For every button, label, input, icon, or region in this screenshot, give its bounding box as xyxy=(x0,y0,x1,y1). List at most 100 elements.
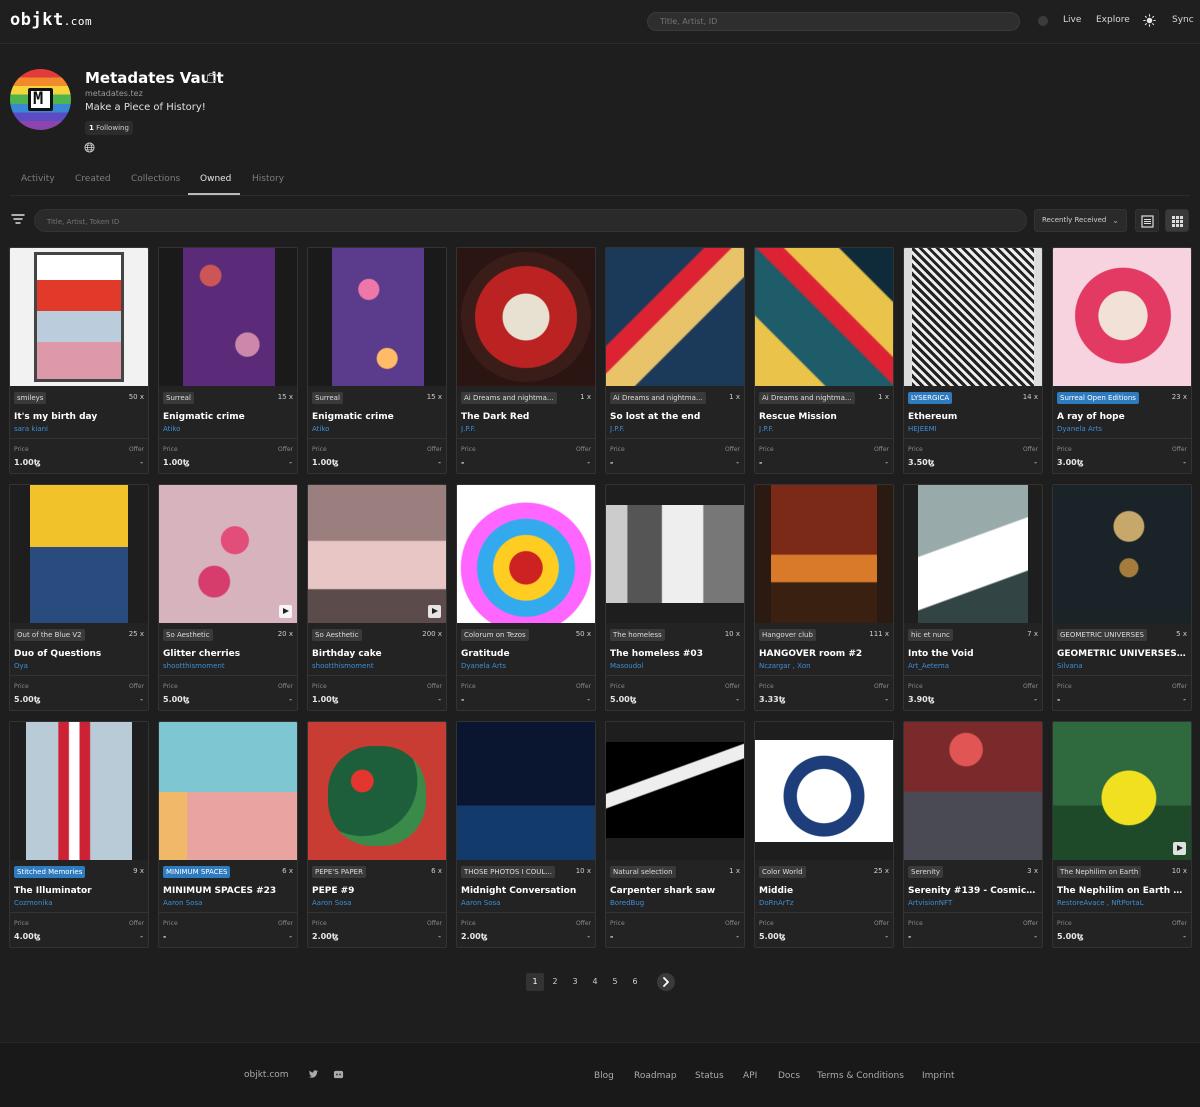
collection-badge[interactable]: Natural selection xyxy=(610,866,676,878)
token-offer[interactable]: - xyxy=(587,695,590,704)
token-title[interactable]: Serenity #139 - Cosmic mid... xyxy=(908,886,1038,896)
token-price[interactable]: - xyxy=(610,932,613,941)
token-artwork[interactable] xyxy=(457,248,595,386)
collection-badge[interactable]: Ai Dreams and nightma... xyxy=(759,392,855,404)
collection-badge[interactable]: Stitched Memories xyxy=(14,866,86,878)
token-offer[interactable]: - xyxy=(736,932,739,941)
copy-address-icon[interactable] xyxy=(207,73,216,83)
token-card[interactable]: Color World 25 x Middie DoRnArTz Price O… xyxy=(754,721,894,948)
collection-badge[interactable]: Color World xyxy=(759,866,806,878)
token-artwork[interactable] xyxy=(904,485,1042,623)
collection-badge[interactable]: Hangover club xyxy=(759,629,816,641)
token-artist[interactable]: ArtvisionNFT xyxy=(908,899,1038,907)
token-price[interactable]: 5.00ꜩ xyxy=(163,695,190,704)
page-button-5[interactable]: 5 xyxy=(606,973,624,991)
token-artwork[interactable] xyxy=(159,485,297,623)
wallet-status-indicator[interactable] xyxy=(1038,16,1048,26)
tab-history[interactable]: History xyxy=(252,174,284,184)
token-price[interactable]: 1.00ꜩ xyxy=(312,458,339,467)
token-price[interactable]: 3.90ꜩ xyxy=(908,695,935,704)
nav-sync-link[interactable]: Sync xyxy=(1172,15,1194,25)
collection-badge[interactable]: Ai Dreams and nightma... xyxy=(461,392,557,404)
token-artist[interactable]: Atiko xyxy=(163,425,293,433)
footer-link-docs[interactable]: Docs xyxy=(778,1071,800,1081)
token-price[interactable]: 5.00ꜩ xyxy=(759,932,786,941)
token-offer[interactable]: - xyxy=(289,932,292,941)
collection-badge[interactable]: THOSE PHOTOS I COUL... xyxy=(461,866,555,878)
token-title[interactable]: Into the Void xyxy=(908,649,1038,659)
token-price[interactable]: 5.00ꜩ xyxy=(14,695,41,704)
token-offer[interactable]: - xyxy=(736,458,739,467)
token-price[interactable]: - xyxy=(610,458,613,467)
token-artist[interactable]: BoredBug xyxy=(610,899,740,907)
token-price[interactable]: 1.00ꜩ xyxy=(14,458,41,467)
collection-badge[interactable]: Ai Dreams and nightma... xyxy=(610,392,706,404)
token-title[interactable]: Glitter cherries xyxy=(163,649,293,659)
token-offer[interactable]: - xyxy=(438,458,441,467)
collection-badge[interactable]: Surreal xyxy=(163,392,194,404)
token-artwork[interactable] xyxy=(755,722,893,860)
token-card[interactable]: Natural selection 1 x Carpenter shark sa… xyxy=(605,721,745,948)
token-price[interactable]: 1.00ꜩ xyxy=(163,458,190,467)
token-card[interactable]: GEOMETRIC UNIVERSES 5 x GEOMETRIC UNIVER… xyxy=(1052,484,1192,711)
discord-icon[interactable] xyxy=(333,1069,344,1080)
token-card[interactable]: Ai Dreams and nightma... 1 x Rescue Miss… xyxy=(754,247,894,474)
token-offer[interactable]: - xyxy=(289,458,292,467)
token-artwork[interactable] xyxy=(457,722,595,860)
following-badge[interactable]: 1 Following xyxy=(85,121,133,135)
token-title[interactable]: It's my birth day xyxy=(14,412,144,422)
token-artwork[interactable] xyxy=(1053,722,1191,860)
footer-link-blog[interactable]: Blog xyxy=(594,1071,614,1081)
footer-link-imprint[interactable]: Imprint xyxy=(922,1071,955,1081)
token-card[interactable]: So Aesthetic 200 x Birthday cake shootth… xyxy=(307,484,447,711)
token-offer[interactable]: - xyxy=(1183,458,1186,467)
token-card[interactable]: Ai Dreams and nightma... 1 x So lost at … xyxy=(605,247,745,474)
token-offer[interactable]: - xyxy=(1034,458,1037,467)
token-title[interactable]: Duo of Questions xyxy=(14,649,144,659)
tab-created[interactable]: Created xyxy=(75,174,111,184)
sort-dropdown[interactable]: Recently Received ⌄ xyxy=(1034,209,1127,232)
tab-owned[interactable]: Owned xyxy=(200,174,231,184)
footer-link-roadmap[interactable]: Roadmap xyxy=(634,1071,677,1081)
token-card[interactable]: Surreal Open Editions 23 x A ray of hope… xyxy=(1052,247,1192,474)
collection-badge[interactable]: Colorum on Tezos xyxy=(461,629,529,641)
token-artist[interactable]: Aaron Sosa xyxy=(461,899,591,907)
theme-toggle-sun-icon[interactable] xyxy=(1143,14,1156,27)
token-offer[interactable]: - xyxy=(1034,932,1037,941)
token-price[interactable]: 2.00ꜩ xyxy=(461,932,488,941)
list-view-button[interactable] xyxy=(1135,209,1159,232)
token-artwork[interactable] xyxy=(606,485,744,623)
page-button-3[interactable]: 3 xyxy=(566,973,584,991)
token-price[interactable]: 1.00ꜩ xyxy=(312,695,339,704)
token-card[interactable]: So Aesthetic 20 x Glitter cherries shoot… xyxy=(158,484,298,711)
token-artist[interactable]: Nczargar , Xon xyxy=(759,662,889,670)
token-title[interactable]: PEPE #9 xyxy=(312,886,442,896)
token-artist[interactable]: J.P.F. xyxy=(610,425,740,433)
token-offer[interactable]: - xyxy=(1034,695,1037,704)
collection-badge[interactable]: hic et nunc xyxy=(908,629,953,641)
page-button-1[interactable]: 1 xyxy=(526,973,544,991)
nav-live-link[interactable]: Live xyxy=(1063,15,1081,25)
token-artwork[interactable] xyxy=(1053,485,1191,623)
token-artwork[interactable] xyxy=(606,248,744,386)
collection-badge[interactable]: smileys xyxy=(14,392,47,404)
collection-badge[interactable]: LYSERGICA xyxy=(908,392,953,404)
token-title[interactable]: The Illuminator xyxy=(14,886,144,896)
token-artist[interactable]: DoRnArTz xyxy=(759,899,889,907)
token-price[interactable]: - xyxy=(163,932,166,941)
token-card[interactable]: Out of the Blue V2 25 x Duo of Questions… xyxy=(9,484,149,711)
token-card[interactable]: THOSE PHOTOS I COUL... 10 x Midnight Con… xyxy=(456,721,596,948)
token-artwork[interactable] xyxy=(10,248,148,386)
token-title[interactable]: The Nephilim on Earth #11 xyxy=(1057,886,1187,896)
token-card[interactable]: smileys 50 x It's my birth day sara kian… xyxy=(9,247,149,474)
owned-search-input[interactable] xyxy=(47,218,1014,226)
collection-badge[interactable]: So Aesthetic xyxy=(163,629,213,641)
owned-search-field[interactable] xyxy=(34,209,1027,232)
collection-badge[interactable]: MINIMUM SPACES xyxy=(163,866,231,878)
token-artwork[interactable] xyxy=(10,722,148,860)
token-artist[interactable]: Silvana xyxy=(1057,662,1187,670)
token-price[interactable]: - xyxy=(759,458,762,467)
token-offer[interactable]: - xyxy=(1183,932,1186,941)
token-artwork[interactable] xyxy=(159,722,297,860)
token-artist[interactable]: J.P.F. xyxy=(461,425,591,433)
